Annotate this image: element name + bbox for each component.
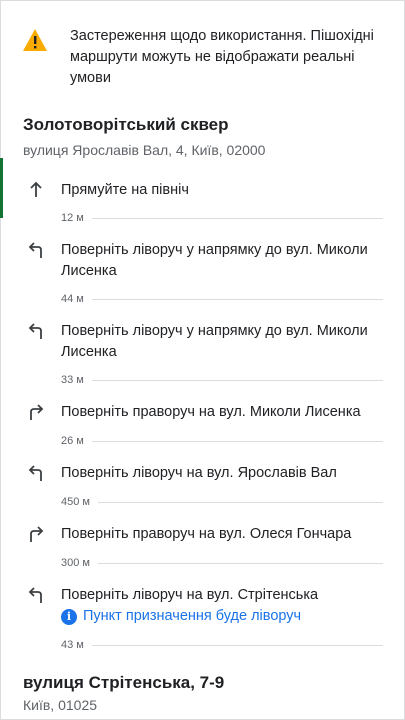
step-instruction: Прямуйте на північ	[61, 182, 189, 198]
turn-right-icon	[26, 524, 46, 544]
arrow-up-icon	[26, 180, 46, 200]
turn-right-icon	[26, 402, 46, 422]
distance-label: 43 м	[61, 639, 84, 651]
divider	[91, 644, 383, 646]
distance-label: 12 м	[61, 212, 84, 224]
info-icon: i	[61, 608, 77, 625]
divider	[97, 501, 383, 503]
distance-label: 450 м	[61, 496, 90, 508]
step-distance: 33 м	[61, 374, 383, 386]
selected-step-indicator	[0, 158, 3, 218]
step-instruction: Поверніть праворуч на вул. Олеся Гончара	[61, 526, 352, 542]
step-distance: 43 м	[61, 639, 383, 651]
divider	[91, 298, 383, 300]
distance-label: 33 м	[61, 374, 84, 386]
origin-address: вулиця Ярославів Вал, 4, Київ, 02000	[23, 142, 266, 158]
divider	[91, 379, 383, 381]
distance-label: 300 м	[61, 557, 90, 569]
destination-address: Київ, 01025	[23, 697, 98, 713]
turn-left-icon	[26, 585, 46, 605]
step-distance: 26 м	[61, 435, 383, 447]
origin-title: Золотоворітський сквер	[23, 115, 229, 134]
step-instruction: Поверніть праворуч на вул. Миколи Лисенк…	[61, 404, 361, 420]
turn-left-icon	[26, 463, 46, 483]
step-instruction: Поверніть ліворуч у напрямку до вул. Мик…	[61, 323, 368, 360]
step-instruction: Поверніть ліворуч на вул. Ярославів Вал	[61, 465, 337, 481]
origin-place[interactable]: Золотоворітський сквер вулиця Ярославів …	[23, 114, 383, 160]
divider	[91, 440, 383, 442]
step-distance: 450 м	[61, 496, 383, 508]
turn-left-icon	[26, 321, 46, 341]
destination-note: i Пункт призначення буде ліворуч	[61, 606, 301, 627]
warning-icon	[22, 28, 48, 52]
destination-place[interactable]: вулиця Стрітенська, 7-9 Київ, 01025	[23, 672, 383, 715]
divider	[97, 562, 383, 564]
step-instruction: Поверніть ліворуч на вул. Стрітенська	[61, 587, 319, 603]
turn-left-icon	[26, 240, 46, 260]
distance-label: 26 м	[61, 435, 84, 447]
step-distance: 44 м	[61, 293, 383, 305]
step-distance: 12 м	[61, 212, 383, 224]
warning-text: Застереження щодо використання. Пішохідн…	[70, 28, 374, 86]
step-instruction: Поверніть ліворуч у напрямку до вул. Мик…	[61, 242, 368, 279]
distance-label: 44 м	[61, 293, 84, 305]
destination-note-text: Пункт призначення буде ліворуч	[83, 608, 302, 624]
divider	[91, 217, 383, 219]
step-distance: 300 м	[61, 557, 383, 569]
destination-title: вулиця Стрітенська, 7-9	[23, 673, 225, 692]
